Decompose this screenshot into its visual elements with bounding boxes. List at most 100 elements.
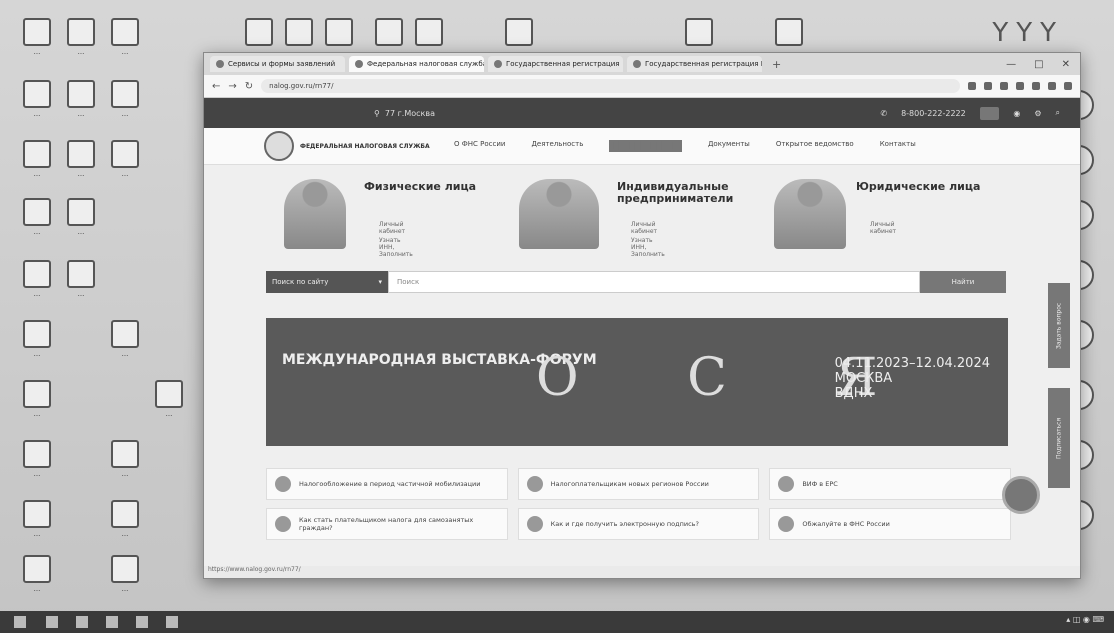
system-tray[interactable]: ▴ ◫ ◉ ⌨ [1066,615,1104,624]
tab-label: Сервисы и формы заявлений [228,60,336,68]
site-logo[interactable]: ФЕДЕРАЛЬНАЯ НАЛОГОВАЯ СЛУЖБА [264,131,434,161]
category-link[interactable]: Личный кабинет [870,221,896,235]
chevron-down-icon: ▾ [378,278,382,286]
forward-icon[interactable]: → [228,81,236,92]
card-label: Налогообложение в период частичной мобил… [299,480,481,488]
category-title: Индивидуальные предприниматели [617,180,734,205]
search-input[interactable]: Поиск [388,271,920,293]
nav-item[interactable]: Документы [708,140,750,152]
category-link[interactable]: Личный кабинет [631,221,657,235]
taskbar: ▴ ◫ ◉ ⌨ [0,611,1114,633]
extension-icon[interactable] [1000,82,1008,90]
legal-entities-photo [774,179,846,249]
desktop-icon[interactable]: ... [8,320,66,358]
desktop-icon[interactable]: ... [96,440,154,478]
reload-icon[interactable]: ↻ [245,81,253,92]
desktop-icon[interactable] [760,18,818,48]
extension-icon[interactable] [1064,82,1072,90]
desktop-icon[interactable]: ... [8,440,66,478]
desktop-icon[interactable]: ... [96,80,154,118]
quick-links: Налогообложение в период частичной мобил… [266,468,1011,540]
desktop-icon[interactable]: ... [96,18,154,56]
desktop-icon[interactable]: ... [8,555,66,593]
nav-item[interactable]: Открытое ведомство [776,140,854,152]
desktop-icon[interactable]: ... [140,380,198,418]
back-icon[interactable]: ← [212,81,220,92]
settings-icon[interactable]: ⚙ [1034,109,1041,118]
tab-label: Государственная регистрация ЮЛ [645,60,762,68]
main-nav: ФЕДЕРАЛЬНАЯ НАЛОГОВАЯ СЛУЖБА О ФНС Росси… [204,128,1080,165]
banner-date-range: 04.11.2023–12.04.2024 [834,356,990,371]
quick-link-card[interactable]: Налогообложение в период частичной мобил… [266,468,508,500]
quick-link-card[interactable]: Налогоплательщикам новых регионов России [517,468,760,500]
individuals-photo [284,179,346,249]
search-icon[interactable]: ⌕ [1056,108,1060,118]
quick-link-card[interactable]: ВИФ в ЕРС [769,468,1011,500]
search-scope-select[interactable]: Поиск по сайту ▾ [266,271,388,293]
phone-number[interactable]: 8-800-222-2222 [901,109,966,118]
start-icon[interactable] [14,616,26,628]
url-input[interactable]: nalog.gov.ru/rn77/ [261,79,960,93]
browser-tab[interactable]: Сервисы и формы заявлений [210,56,345,72]
desktop-icon[interactable]: ... [96,500,154,538]
card-label: ВИФ в ЕРС [802,480,838,488]
new-tab-icon[interactable]: + [766,58,787,71]
close-icon[interactable]: ✕ [1062,59,1070,70]
category-title: Юридические лица [856,180,981,193]
browser-tab[interactable]: Государственная регистрация [488,56,623,72]
tab-bar: Сервисы и формы заявлений Федеральная на… [204,53,1080,75]
favicon-icon [355,60,363,68]
browser-tab-active[interactable]: Федеральная налоговая служба [349,56,484,72]
category-link[interactable]: Узнать ИНН, Заполнить [631,237,665,258]
subscribe-side-button[interactable]: Подписаться [1048,388,1070,488]
quick-link-card[interactable]: Обжалуйте в ФНС России [769,508,1011,540]
promo-banner[interactable]: МЕЖДУНАРОДНАЯ ВЫСТАВКА-ФОРУМ О С Я 04.11… [266,318,1008,446]
desktop-icon[interactable]: ... [96,140,154,178]
taskbar-app-icon[interactable] [46,616,58,628]
region-selector[interactable]: ⚲ 77 г.Москва [374,109,435,118]
desktop-icon[interactable] [670,18,728,48]
extension-icon[interactable] [1016,82,1024,90]
desktop-icon[interactable] [490,18,548,48]
ask-question-side-button[interactable]: Задать вопрос [1048,283,1070,368]
logo-text: ФЕДЕРАЛЬНАЯ НАЛОГОВАЯ СЛУЖБА [300,142,430,150]
desktop-icon[interactable]: ... [96,555,154,593]
quick-link-card[interactable]: Как стать плательщиком налога для самоза… [266,508,508,540]
desktop-icon[interactable]: ... [96,320,154,358]
card-label: Обжалуйте в ФНС России [802,520,890,528]
maximize-icon[interactable]: □ [1034,59,1043,70]
search-scope-label: Поиск по сайту [272,278,329,286]
desktop-icon[interactable]: ... [52,260,110,298]
nav-item[interactable]: Деятельность [531,140,583,152]
desktop-icon[interactable] [400,18,458,48]
favicon-icon [216,60,224,68]
desktop-icon[interactable]: ... [8,380,66,418]
hero-categories: Физические лица Личный кабинет Узнать ИН… [204,165,1080,265]
nav-item[interactable]: О ФНС России [454,140,505,152]
extension-icon[interactable] [968,82,976,90]
extension-icon[interactable] [1048,82,1056,90]
quick-link-card[interactable]: Как и где получить электронную подпись? [517,508,760,540]
location-icon: ⚲ [374,108,380,118]
chat-button-icon[interactable] [1002,476,1040,514]
banner-dates: 04.11.2023–12.04.2024 МОСКВА ВДНХ [835,356,990,401]
category-link[interactable]: Личный кабинет [379,221,405,235]
language-button[interactable] [979,106,1000,120]
taskbar-app-icon[interactable] [166,616,178,628]
taskbar-app-icon[interactable] [76,616,88,628]
extension-icon[interactable] [984,82,992,90]
accessibility-icon[interactable]: ◉ [1013,109,1020,118]
search-button[interactable]: Найти [920,271,1006,293]
city-label: 77 г.Москва [384,108,435,118]
extension-icon[interactable] [1032,82,1040,90]
nav-item-highlighted[interactable]: ████████████ [609,140,682,152]
taskbar-app-icon[interactable] [136,616,148,628]
taskbar-app-icon[interactable] [106,616,118,628]
card-icon [778,476,795,492]
nav-item[interactable]: Контакты [880,140,916,152]
desktop-icon[interactable]: ... [8,500,66,538]
minimize-icon[interactable]: — [1006,59,1016,70]
browser-tab[interactable]: Государственная регистрация ЮЛ [627,56,762,72]
desktop-icon[interactable]: ... [52,198,110,236]
category-link[interactable]: Узнать ИНН, Заполнить [379,237,413,258]
